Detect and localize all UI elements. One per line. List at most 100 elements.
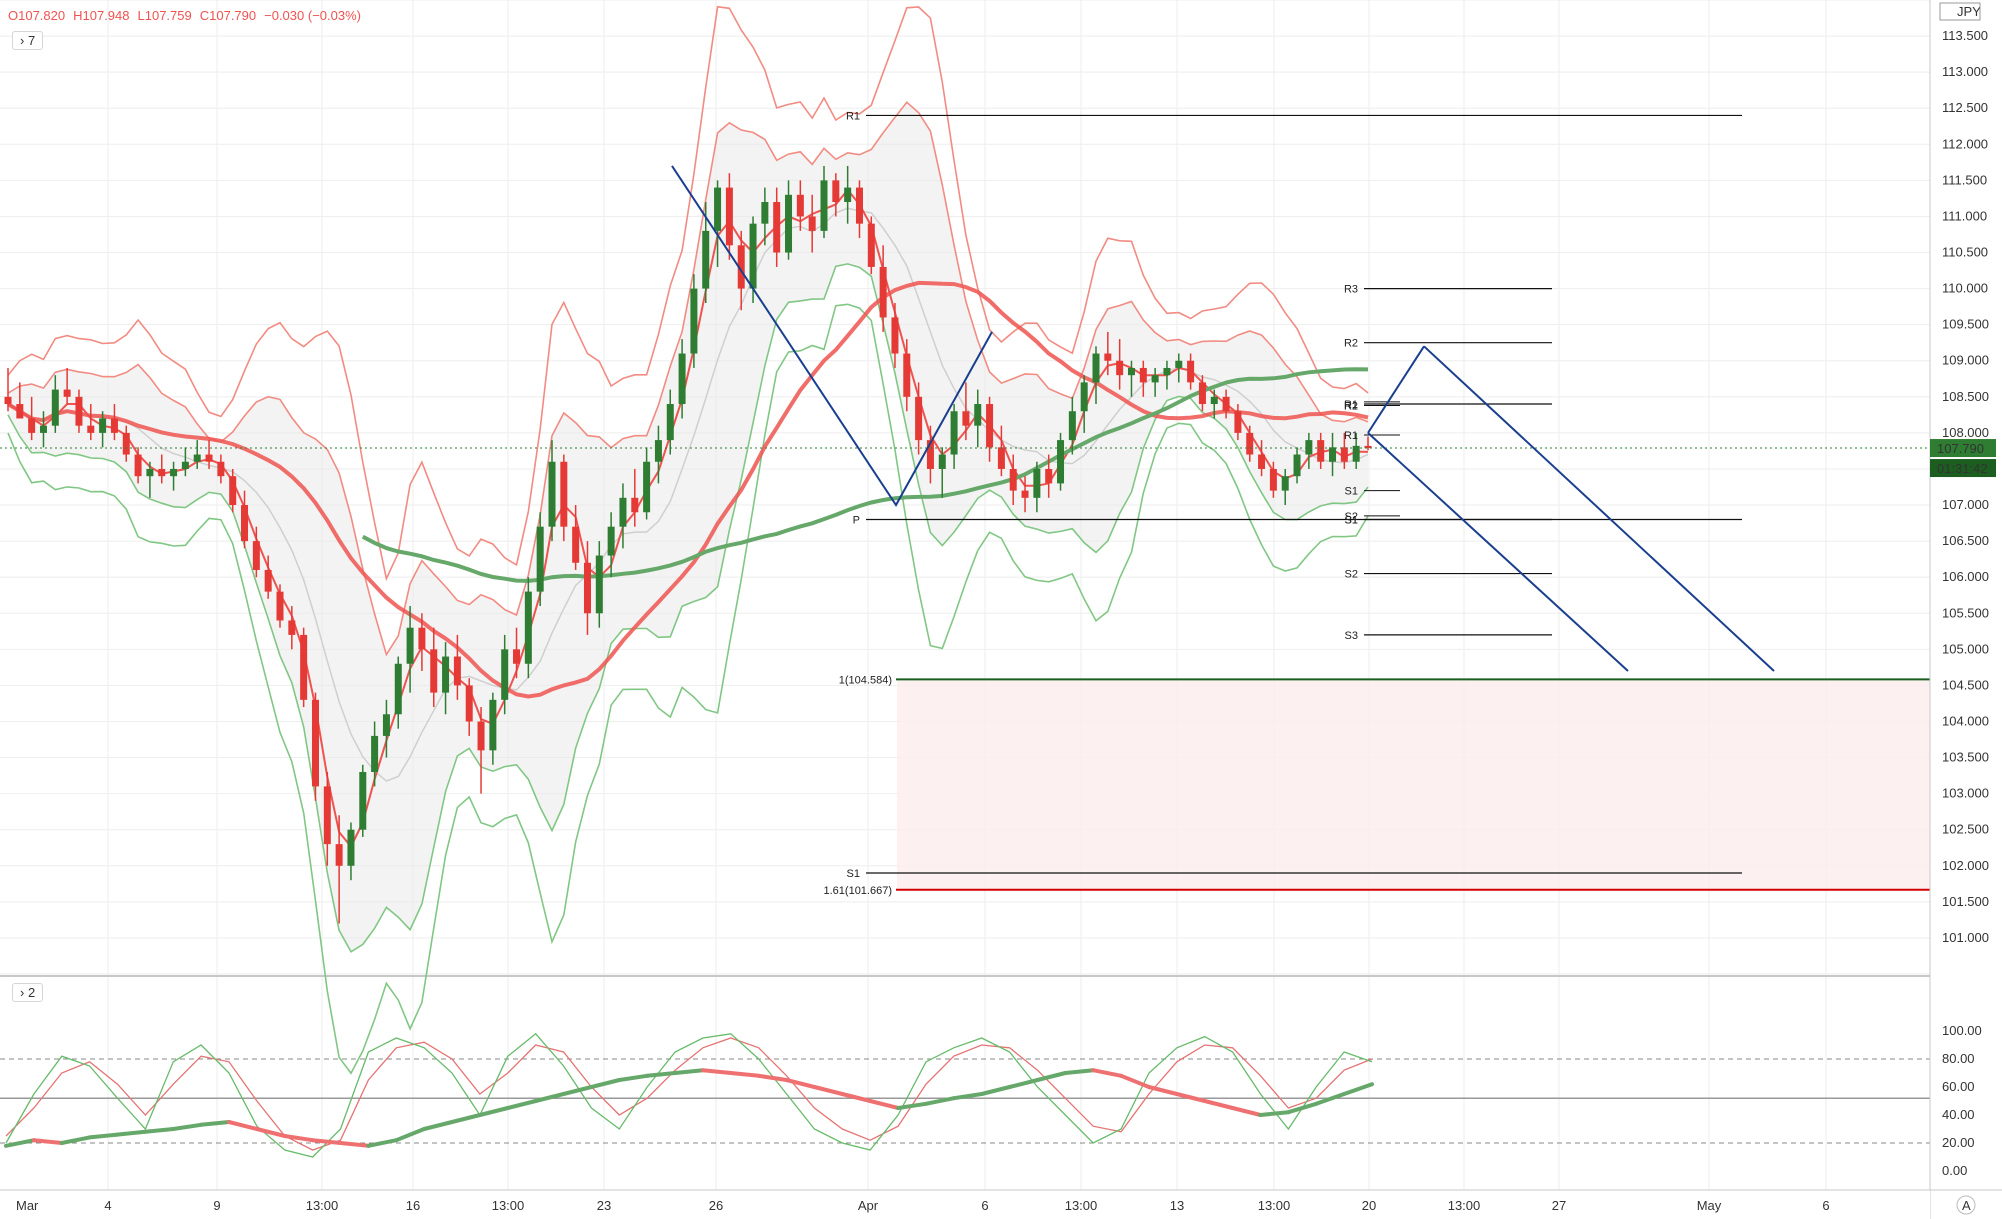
osc-tick-label: 40.00 [1942, 1107, 1975, 1122]
candle-body [323, 786, 331, 845]
candle-body [702, 230, 710, 289]
candle-body [820, 180, 828, 231]
candle-body [300, 634, 308, 700]
price-tick-label: 109.500 [1942, 317, 1989, 332]
price-tick-label: 113.500 [1942, 28, 1988, 43]
rsi-segment [673, 1068, 705, 1075]
candle-body [631, 497, 639, 513]
price-tick-label: 101.000 [1942, 930, 1989, 945]
candle-body [560, 461, 568, 527]
candle-body [311, 699, 319, 787]
candle-body [761, 202, 769, 224]
candle-body [229, 476, 237, 506]
price-tick-label: 112.500 [1942, 100, 1988, 115]
price-tick-label: 101.500 [1942, 894, 1989, 909]
price-axis[interactable]: 113.500 113.000 112.500 112.000 111.500 111.0… [1929, 0, 2002, 1219]
time-axis[interactable]: Mar 4 9 13:00 16 13:00 23 26 Apr 6 13:00 13 13:00 20 1… [0, 1189, 2002, 1219]
osc-pane-count: 2 [27, 985, 36, 1000]
candle-body [134, 454, 142, 477]
price-tick-label: 103.500 [1942, 750, 1989, 765]
time-tick-label: 6 [981, 1198, 988, 1213]
time-tick-label: 9 [213, 1198, 220, 1213]
candle-body [158, 468, 166, 477]
candle-body [714, 187, 722, 231]
time-tick-label: 13:00 [1258, 1198, 1291, 1213]
candle-body [1068, 411, 1076, 441]
candle-body [51, 389, 59, 426]
price-tick-label: 106.000 [1942, 569, 1989, 584]
candle-body [489, 699, 497, 751]
candle-body [1139, 367, 1147, 383]
candle-body [844, 187, 852, 203]
candle-body [276, 591, 284, 621]
candle-body [619, 497, 627, 527]
candle-body [986, 404, 994, 448]
candle-body [146, 468, 154, 477]
candle-body [28, 418, 36, 433]
candle-body [122, 432, 130, 455]
rsi-segment [87, 1132, 120, 1140]
time-tick-label: 13:00 [306, 1198, 339, 1213]
close-value: C107.790 [199, 8, 257, 23]
pivot-label-daily: S1 [1345, 486, 1358, 498]
candle-body [501, 649, 509, 700]
candle-body [99, 418, 107, 433]
low-value: L107.759 [137, 8, 192, 23]
candle-body [1163, 367, 1171, 376]
time-tick-label: 23 [597, 1198, 611, 1213]
candle-body [583, 562, 591, 614]
candle-body [1080, 382, 1088, 412]
price-tick-label: 111.500 [1942, 172, 1987, 187]
change-value: −0.030 (−0.03%) [264, 8, 361, 23]
time-tick-label: 13:00 [1448, 1198, 1481, 1213]
osc-tick-label: 0.00 [1942, 1163, 1967, 1178]
pivot-label-weekly: R2 [1344, 338, 1358, 350]
candle-body [974, 404, 982, 426]
candle-body [1281, 476, 1289, 491]
fib-label-161: 1.61(101.667) [824, 885, 893, 897]
rsi-segment [728, 1071, 761, 1078]
candle-body [181, 461, 189, 469]
price-tick-label: 105.500 [1942, 605, 1989, 620]
fib-label-1: 1(104.584) [839, 674, 892, 686]
candle-body [1305, 440, 1313, 455]
candle-body [465, 685, 473, 722]
ohlc-legend: O107.820 H107.948 L107.759 C107.790 −0.0… [8, 8, 361, 23]
candle-body [654, 440, 662, 462]
candle-body [785, 194, 793, 253]
pivot-label-weekly: S3 [1345, 630, 1358, 642]
chevron-right-icon: › [20, 985, 25, 1000]
candle-body [879, 266, 887, 318]
price-tick-label: 102.500 [1942, 822, 1989, 837]
price-tick-label: 102.000 [1942, 858, 1989, 873]
candle-body [938, 454, 946, 469]
candle-body [524, 591, 532, 664]
candle-body [690, 288, 698, 354]
price-tick-label: 111.000 [1942, 208, 1987, 223]
candle-body [63, 389, 71, 397]
main-pane-count: 7 [27, 33, 36, 48]
pivot-label-daily: R1 [1344, 400, 1358, 412]
candle-body [1033, 468, 1041, 498]
price-tick-label: 108.500 [1942, 389, 1989, 404]
chevron-right-icon: › [20, 33, 25, 48]
candle-body [252, 541, 260, 570]
candle-body [962, 411, 970, 426]
candle-body [595, 555, 603, 614]
chart-canvas[interactable]: R1PS1R3R2R1S1S2S3R2R1R1S1S2S11(104.584)1… [0, 0, 2002, 1219]
rsi-segment [700, 1068, 733, 1075]
osc-pane-toggle-button[interactable]: › 2 [12, 983, 44, 1002]
candle-body [678, 353, 686, 405]
rsi-segment [199, 1120, 232, 1127]
candle-body [1175, 360, 1183, 368]
main-pane-toggle-button[interactable]: › 7 [12, 31, 44, 50]
candle-body [666, 404, 674, 441]
candle-body [536, 526, 544, 592]
price-tick-label: 104.000 [1942, 713, 1989, 728]
time-tick-label: 26 [709, 1198, 723, 1213]
rsi-segment [1258, 1110, 1291, 1117]
candle-body [418, 627, 426, 650]
candle-body [903, 353, 911, 397]
candle-body [1329, 447, 1337, 462]
pivot-label-weekly: S2 [1345, 569, 1358, 581]
